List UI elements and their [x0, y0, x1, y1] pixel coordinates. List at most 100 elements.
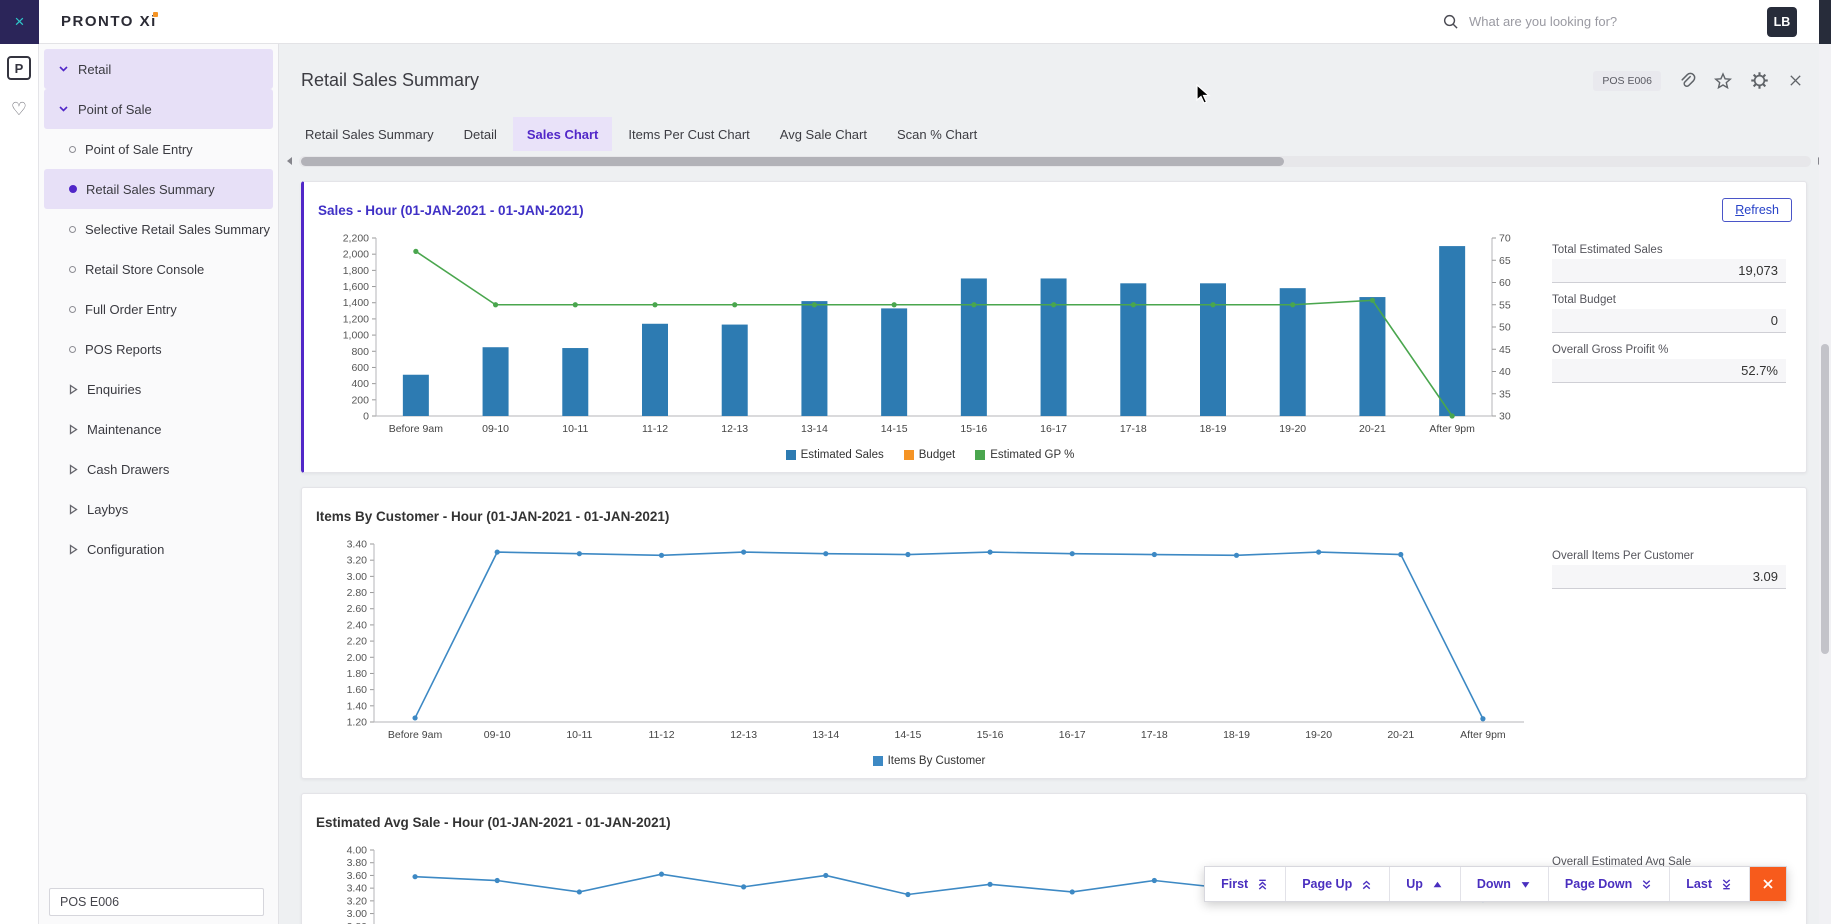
- svg-text:70: 70: [1499, 233, 1511, 245]
- sidebar-item-point-of-sale[interactable]: Point of Sale: [44, 89, 273, 129]
- sidebar-item-retail-store-console[interactable]: Retail Store Console: [44, 249, 273, 289]
- legend-item-estimated-sales: Estimated Sales: [785, 449, 884, 461]
- tab-detail[interactable]: Detail: [450, 117, 511, 151]
- search-icon[interactable]: [1442, 13, 1459, 30]
- svg-text:3.80: 3.80: [347, 857, 368, 869]
- nav-button-label: Last: [1686, 877, 1712, 891]
- svg-text:2,000: 2,000: [343, 249, 369, 261]
- nav-close-button[interactable]: [1750, 867, 1786, 901]
- close-window-icon[interactable]: [1785, 71, 1805, 91]
- sidebar-item-configuration[interactable]: Configuration: [44, 529, 273, 569]
- svg-text:14-15: 14-15: [894, 729, 921, 741]
- sidebar-item-maintenance[interactable]: Maintenance: [44, 409, 273, 449]
- pos-code-badge: POS E006: [1593, 70, 1661, 91]
- svg-text:600: 600: [351, 362, 369, 374]
- stat-total-budget: Total Budget 0: [1552, 294, 1786, 333]
- sidebar-item-point-of-sale-entry[interactable]: Point of Sale Entry: [44, 129, 273, 169]
- tab-items-per-cust-chart[interactable]: Items Per Cust Chart: [614, 117, 763, 151]
- user-avatar[interactable]: LB: [1767, 6, 1797, 37]
- svg-text:15-16: 15-16: [960, 423, 987, 435]
- items-by-customer-chart: 1.20 1.40 1.60 1.80 2.00 2.20 2.40 2.60 2.80 3.00…: [316, 536, 1542, 750]
- svg-text:0: 0: [363, 411, 369, 423]
- stat-label: Overall Gross Proifit %: [1552, 344, 1669, 356]
- nav-page-down-button[interactable]: Page Down: [1549, 867, 1671, 901]
- topbar: × PRONTO Xi LB: [0, 0, 1831, 44]
- horizontal-scrollbar: [279, 151, 1831, 171]
- svg-text:12-13: 12-13: [721, 423, 748, 435]
- svg-text:3.20: 3.20: [347, 555, 368, 567]
- stat-label: Total Budget: [1552, 294, 1616, 306]
- sidebar-item-cash-drawers[interactable]: Cash Drawers: [44, 449, 273, 489]
- nav-first-button[interactable]: First: [1205, 867, 1287, 901]
- svg-text:40: 40: [1499, 366, 1511, 378]
- sidebar-item-enquiries[interactable]: Enquiries: [44, 369, 273, 409]
- nav-page-up-button[interactable]: Page Up: [1286, 867, 1391, 901]
- attachment-paperclip-icon[interactable]: [1677, 71, 1697, 91]
- down-icon: [1519, 878, 1532, 891]
- icon-rail: P ♡: [0, 44, 39, 924]
- nav-last-button[interactable]: Last: [1670, 867, 1750, 901]
- nav-down-button[interactable]: Down: [1461, 867, 1549, 901]
- tab-avg-sale-chart[interactable]: Avg Sale Chart: [766, 117, 881, 151]
- hscroll-left-arrow-icon[interactable]: [284, 155, 296, 167]
- pos-terminal-field[interactable]: POS E006: [49, 888, 264, 916]
- svg-text:1.40: 1.40: [347, 700, 368, 712]
- sidebar-item-retail[interactable]: Retail: [44, 49, 273, 89]
- circle-bullet-icon: [69, 305, 76, 313]
- svg-text:45: 45: [1499, 344, 1511, 356]
- svg-text:09-10: 09-10: [482, 423, 509, 435]
- svg-text:2.80: 2.80: [347, 587, 368, 599]
- svg-text:1,600: 1,600: [343, 281, 369, 293]
- refresh-button[interactable]: Refresh: [1722, 198, 1792, 222]
- vscroll-thumb[interactable]: [1821, 344, 1829, 654]
- circle-bullet-icon: [69, 145, 76, 153]
- svg-text:65: 65: [1499, 255, 1511, 267]
- stat-total-estimated-sales: Total Estimated Sales 19,073: [1552, 244, 1786, 283]
- svg-text:50: 50: [1499, 322, 1511, 334]
- chevron-right-icon: [69, 543, 78, 555]
- stat-value: 19,073: [1552, 259, 1786, 283]
- svg-text:3.40: 3.40: [347, 539, 368, 551]
- tab-scan-chart[interactable]: Scan % Chart: [883, 117, 991, 151]
- nav-up-button[interactable]: Up: [1390, 867, 1461, 901]
- favorites-heart-icon[interactable]: ♡: [11, 100, 27, 118]
- sidebar-item-retail-sales-summary[interactable]: Retail Sales Summary: [44, 169, 273, 209]
- tab-retail-sales-summary[interactable]: Retail Sales Summary: [291, 117, 448, 151]
- svg-text:2.20: 2.20: [347, 636, 368, 648]
- svg-text:18-19: 18-19: [1223, 729, 1250, 741]
- vertical-scrollbar[interactable]: [1819, 44, 1831, 924]
- sidebar-item-label: Full Order Entry: [85, 301, 177, 317]
- favorite-star-icon[interactable]: [1713, 71, 1733, 91]
- chevron-right-icon: [69, 503, 78, 515]
- page-title: Retail Sales Summary: [301, 70, 480, 90]
- sidebar-item-full-order-entry[interactable]: Full Order Entry: [44, 289, 273, 329]
- sidebar-item-pos-reports[interactable]: POS Reports: [44, 329, 273, 369]
- items-by-customer-stats: Overall Items Per Customer 3.09: [1542, 536, 1792, 772]
- last-icon: [1720, 878, 1733, 891]
- sidebar-item-selective-retail-sales-summary[interactable]: Selective Retail Sales Summary: [44, 209, 273, 249]
- sidebar-item-laybys[interactable]: Laybys: [44, 489, 273, 529]
- workspace-p-icon[interactable]: P: [7, 56, 31, 80]
- app-close-button[interactable]: ×: [0, 0, 39, 44]
- svg-text:12-13: 12-13: [730, 729, 757, 741]
- svg-text:1.20: 1.20: [347, 717, 368, 729]
- main-area: Retail Sales Summary POS E006 Retail Sal…: [279, 44, 1831, 924]
- svg-text:18-19: 18-19: [1200, 423, 1227, 435]
- chevron-down-icon: [58, 105, 69, 113]
- svg-text:10-11: 10-11: [566, 729, 592, 741]
- global-search-input[interactable]: [1469, 14, 1719, 29]
- svg-text:20-21: 20-21: [1387, 729, 1414, 741]
- hscroll-track[interactable]: [299, 155, 1811, 167]
- sidebar-menu: Retail Point of Sale Point of Sale Entry Re…: [39, 49, 278, 569]
- svg-text:11-12: 11-12: [648, 729, 674, 741]
- svg-text:16-17: 16-17: [1059, 729, 1086, 741]
- estimated-avg-sale-title: Estimated Avg Sale - Hour (01-JAN-2021 -…: [316, 814, 671, 830]
- sidebar-item-label: Enquiries: [87, 381, 142, 397]
- settings-gear-icon[interactable]: [1749, 71, 1769, 91]
- hscroll-thumb[interactable]: [301, 156, 1284, 166]
- selected-dot-icon: [69, 185, 77, 193]
- svg-text:09-10: 09-10: [484, 729, 511, 741]
- tab-sales-chart[interactable]: Sales Chart: [512, 117, 613, 151]
- sidebar-item-label: Point of Sale: [78, 101, 152, 117]
- sidebar-item-label: Maintenance: [87, 421, 162, 437]
